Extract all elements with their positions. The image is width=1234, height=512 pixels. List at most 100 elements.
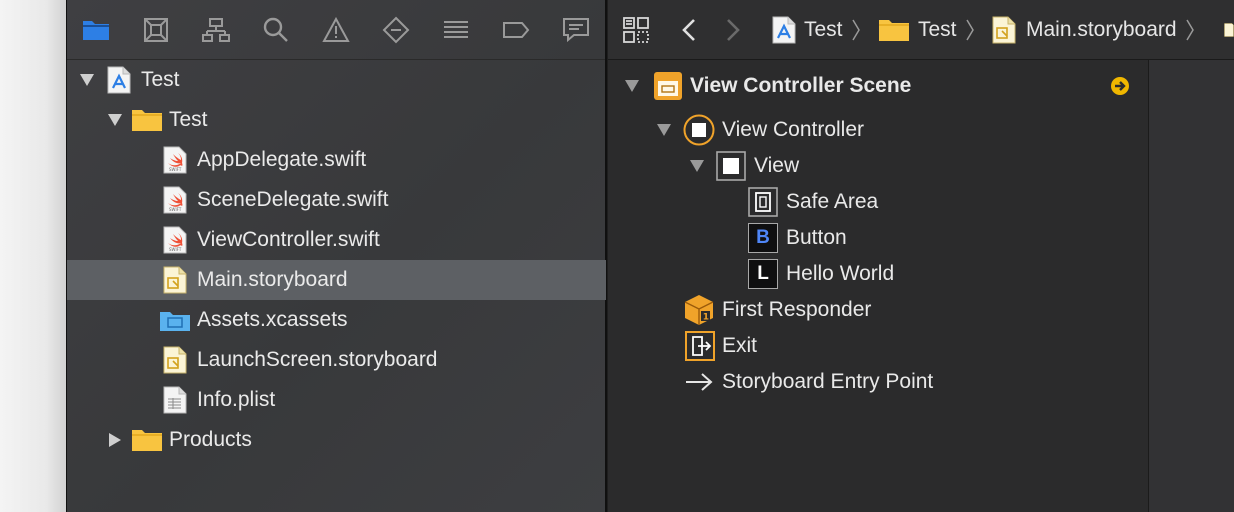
breadcrumb-label: Test (918, 18, 957, 41)
tree-row-label: Main.storyboard (197, 268, 348, 291)
first-responder-glyph: 1 (703, 313, 709, 323)
view-icon (716, 151, 746, 186)
svg-text:SWIFT: SWIFT (169, 167, 182, 172)
related-items-icon[interactable] (622, 14, 652, 46)
outline-row-safe-area[interactable]: Safe Area (608, 185, 1148, 219)
go-arrow-icon[interactable] (1110, 76, 1130, 101)
tree-row-label: LaunchScreen.storyboard (197, 348, 438, 371)
tree-row-label: Info.plist (197, 388, 276, 411)
outline-row-label: Exit (722, 334, 758, 357)
outline-row-label: Storyboard Entry Point (722, 370, 934, 393)
tag-icon[interactable] (500, 14, 532, 46)
disclosure-expanded-icon[interactable] (689, 159, 705, 178)
swift-file-icon: SWIFT (163, 146, 187, 174)
breadcrumb-separator-icon (851, 17, 861, 43)
tree-row-folder-test[interactable]: Test (67, 100, 606, 140)
swift-file-icon: SWIFT (163, 186, 187, 214)
xcode-project-icon (772, 16, 796, 44)
outline-row-label: View (754, 154, 800, 177)
outline-row-scene[interactable]: View Controller Scene (608, 69, 1148, 103)
tree-row-label: AppDelegate.swift (197, 148, 367, 171)
scene-icon (653, 71, 683, 106)
svg-text:SWIFT: SWIFT (169, 207, 182, 212)
breadcrumb-project[interactable]: Test (772, 14, 861, 46)
svg-text:SWIFT: SWIFT (169, 247, 182, 252)
disclosure-expanded-icon[interactable] (624, 79, 640, 98)
outline-row-view[interactable]: View (608, 149, 1148, 183)
tree-row-label: SceneDelegate.swift (197, 188, 389, 211)
safe-area-icon (748, 187, 778, 222)
list-icon[interactable] (440, 14, 472, 46)
tree-row-file[interactable]: SWIFT ViewController.swift (67, 220, 606, 260)
label-element-icon: L (748, 259, 778, 289)
jump-bar: Test Test Main.storyboard (608, 0, 1234, 60)
tree-row-label: ViewController.swift (197, 228, 380, 251)
document-outline: View Controller Scene View Controller Vi… (608, 60, 1149, 512)
search-icon[interactable] (260, 14, 292, 46)
navigator-selector-bar (67, 0, 605, 60)
folder-icon (131, 428, 163, 452)
tree-row-label: Test (169, 108, 208, 131)
tree-row-label: Test (141, 68, 180, 91)
button-element-icon: B (748, 223, 778, 253)
exit-icon (684, 330, 716, 367)
disclosure-collapsed-icon[interactable] (105, 430, 125, 450)
storyboard-canvas[interactable] (1149, 60, 1234, 512)
outline-row-label: Button (786, 226, 847, 249)
folder-icon (131, 108, 163, 132)
tree-row-project[interactable]: Test (67, 60, 606, 100)
outline-scene-title: View Controller Scene (690, 74, 912, 97)
outline-row-exit[interactable]: Exit (608, 329, 1148, 363)
swift-file-icon: SWIFT (163, 226, 187, 254)
disclosure-expanded-icon[interactable] (77, 70, 97, 90)
message-icon[interactable] (560, 14, 592, 46)
tree-row-file[interactable]: SWIFT AppDelegate.swift (67, 140, 606, 180)
tree-row-file[interactable]: LaunchScreen.storyboard (67, 340, 606, 380)
breadcrumb-label: Test (804, 18, 843, 41)
outline-row-label: Hello World (786, 262, 895, 285)
outline-row-entry-point[interactable]: Storyboard Entry Point (608, 365, 1148, 399)
assets-folder-icon (159, 310, 191, 332)
outline-row-view-controller[interactable]: View Controller (608, 113, 1148, 147)
folder-icon (878, 18, 910, 42)
source-control-icon[interactable] (140, 14, 172, 46)
folder-icon[interactable] (80, 14, 112, 46)
first-responder-cube-icon: 1 (683, 294, 715, 331)
breadcrumb-label: Main.storyboard (1026, 18, 1177, 41)
forward-chevron-icon[interactable] (724, 14, 742, 46)
xcode-project-icon (107, 66, 131, 94)
project-navigator: Test Test SWIFT AppDelegate.swift SWIFT … (66, 0, 607, 512)
breadcrumb-folder[interactable]: Test (878, 14, 975, 46)
tree-row-file[interactable]: Assets.xcassets (67, 300, 606, 340)
tree-row-label: Products (169, 428, 252, 451)
tree-row-folder-products[interactable]: Products (67, 420, 606, 460)
storyboard-editor: Test Test Main.storyboard View Controlle… (608, 0, 1234, 512)
breadcrumb-next-icon[interactable] (1224, 14, 1234, 46)
tree-row-file-selected[interactable]: Main.storyboard (67, 260, 606, 300)
hierarchy-icon[interactable] (200, 14, 232, 46)
outline-row-label: View Controller (722, 118, 865, 141)
storyboard-file-icon (163, 346, 187, 374)
breadcrumb-separator-icon (965, 17, 975, 43)
breadcrumb-file[interactable]: Main.storyboard (992, 14, 1195, 46)
warning-icon[interactable] (320, 14, 352, 46)
test-diamond-icon[interactable] (380, 14, 412, 46)
arrow-right-icon (684, 371, 714, 398)
outline-row-label-element[interactable]: L Hello World (608, 257, 1148, 291)
tree-row-label: Assets.xcassets (197, 308, 348, 331)
outline-row-button[interactable]: B Button (608, 221, 1148, 255)
outline-row-label: First Responder (722, 298, 872, 321)
tree-row-file[interactable]: Info.plist (67, 380, 606, 420)
back-chevron-icon[interactable] (680, 14, 698, 46)
disclosure-expanded-icon[interactable] (656, 123, 672, 142)
storyboard-file-icon (163, 266, 187, 294)
view-controller-icon (683, 114, 715, 151)
outline-row-label: Safe Area (786, 190, 879, 213)
storyboard-file-icon (992, 16, 1016, 44)
plist-file-icon (163, 386, 187, 414)
desktop-edge (0, 0, 66, 512)
disclosure-expanded-icon[interactable] (105, 110, 125, 130)
outline-row-first-responder[interactable]: 1 First Responder (608, 293, 1148, 327)
breadcrumb-separator-icon (1185, 17, 1195, 43)
tree-row-file[interactable]: SWIFT SceneDelegate.swift (67, 180, 606, 220)
